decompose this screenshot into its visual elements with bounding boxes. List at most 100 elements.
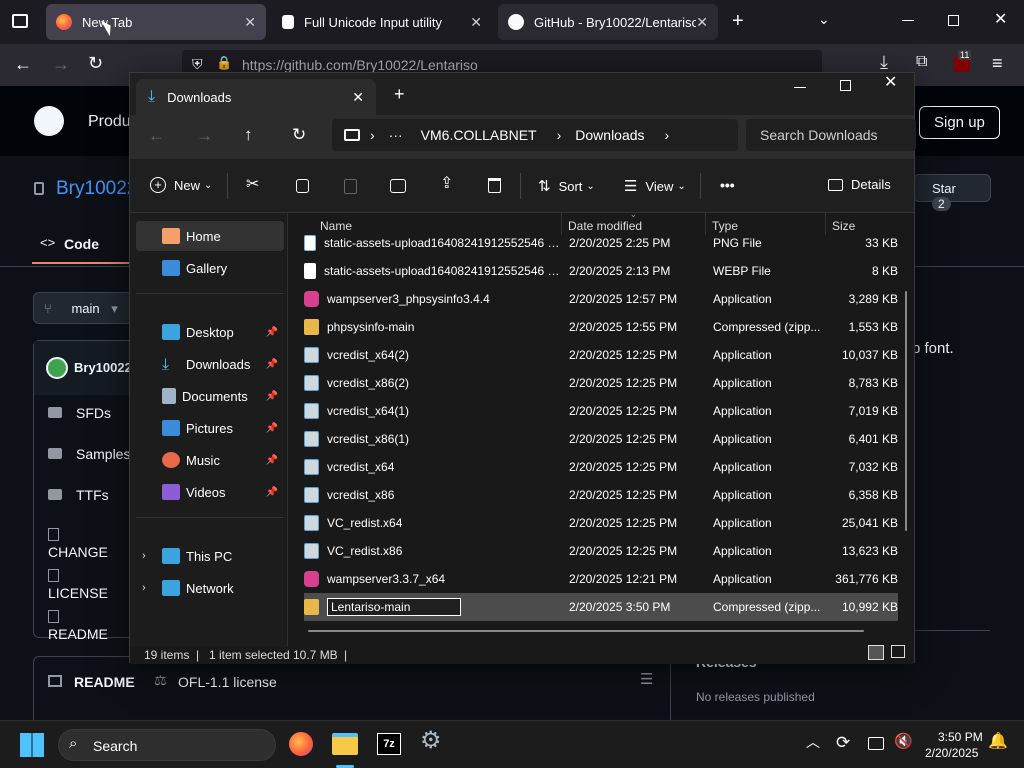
nav-item-network[interactable]: › Network <box>136 573 284 603</box>
rename-icon[interactable] <box>390 179 406 193</box>
nav-item-downloads[interactable]: ⤓ Downloads 📌 <box>136 349 284 379</box>
file-row[interactable]: vcredist_x86(1) 2/20/2025 12:25 PM Applica… <box>304 425 898 453</box>
pin-icon[interactable]: 📌 <box>266 327 278 338</box>
file-item[interactable]: CHANGE <box>48 528 132 560</box>
ellipsis-icon[interactable]: ··· <box>389 127 403 143</box>
file-row[interactable]: vcredist_x64(1) 2/20/2025 12:25 PM Applica… <box>304 397 898 425</box>
downloads-icon[interactable]: ⤓ <box>880 53 888 71</box>
more-options-button[interactable]: ••• <box>720 177 735 193</box>
file-item[interactable]: Samples <box>48 446 130 462</box>
share-icon[interactable]: ⇪ <box>440 176 453 192</box>
close-icon[interactable]: ✕ <box>470 14 482 31</box>
file-item[interactable]: README <box>48 610 132 642</box>
vertical-scrollbar[interactable] <box>905 291 907 531</box>
volume-muted-icon[interactable]: 🔇 <box>894 734 913 749</box>
pin-icon[interactable]: 📌 <box>266 487 278 498</box>
file-row[interactable]: static-assets-upload16408241912552546 7.… <box>304 257 898 285</box>
tab-list-icon[interactable] <box>12 14 28 28</box>
file-explorer-taskbar-icon[interactable] <box>332 733 358 755</box>
explorer-tab-downloads[interactable]: ⤓ Downloads ✕ <box>136 79 376 115</box>
settings-gear-icon[interactable]: ⚙ <box>420 729 442 753</box>
paste-icon[interactable] <box>344 179 357 194</box>
nav-item-home[interactable]: Home <box>136 221 284 251</box>
nav-product[interactable]: Produ <box>88 113 131 131</box>
tab-code[interactable]: Code <box>64 236 99 252</box>
pin-icon[interactable]: 📌 <box>266 455 278 466</box>
firefox-taskbar-icon[interactable] <box>289 732 313 756</box>
close-icon[interactable]: ✕ <box>696 14 708 31</box>
view-button[interactable]: ☰ View ⌄ <box>624 177 686 195</box>
expand-chevron-icon[interactable]: › <box>142 550 146 562</box>
file-row[interactable]: vcredist_x86(2) 2/20/2025 12:25 PM Applica… <box>304 369 898 397</box>
copy-icon[interactable] <box>296 179 309 193</box>
cut-scissors-icon[interactable]: ✂ <box>246 177 259 193</box>
close-icon[interactable]: ✕ <box>244 14 256 31</box>
back-arrow-icon[interactable]: ← <box>14 55 32 73</box>
nav-item-documents[interactable]: Documents 📌 <box>136 381 284 411</box>
expand-chevron-icon[interactable]: › <box>142 582 146 594</box>
file-row[interactable]: vcredist_x64(2) 2/20/2025 12:25 PM Applica… <box>304 341 898 369</box>
star-button[interactable]: ☆Star 2 <box>913 174 991 211</box>
chevron-down-icon[interactable]: ⌄ <box>818 12 830 26</box>
clock-time[interactable]: 3:50 PM <box>938 730 983 744</box>
address-bar[interactable]: › ··· VM6.COLLABNET › Downloads › <box>332 119 738 151</box>
nav-item-music[interactable]: Music 📌 <box>136 445 284 475</box>
forward-arrow-icon[interactable]: → <box>52 55 70 73</box>
file-row[interactable]: vcredist_x64 2/20/2025 12:25 PM Applicatio… <box>304 453 898 481</box>
pin-icon[interactable]: 📌 <box>266 359 278 370</box>
maximize-icon[interactable] <box>840 80 851 91</box>
nav-item-pictures[interactable]: Pictures 📌 <box>136 413 284 443</box>
close-window-icon[interactable]: ✕ <box>994 12 1007 28</box>
search-input[interactable]: Search Downloads <box>746 119 916 151</box>
refresh-icon[interactable]: ↻ <box>292 126 306 143</box>
tab-license[interactable]: OFL-1.1 license <box>178 674 277 690</box>
chevron-up-icon[interactable]: ︿ <box>806 735 820 749</box>
file-item[interactable]: LICENSE <box>48 569 132 601</box>
nav-item-desktop[interactable]: Desktop 📌 <box>136 317 284 347</box>
chevron-right-icon[interactable]: › <box>665 127 670 143</box>
file-row[interactable]: phpsysinfo-main 2/20/2025 12:55 PM Compres… <box>304 313 898 341</box>
github-logo-icon[interactable] <box>34 106 64 136</box>
tiles-view-icon[interactable] <box>891 645 905 658</box>
horizontal-scrollbar[interactable] <box>308 630 864 632</box>
pin-icon[interactable]: 📌 <box>266 391 278 402</box>
new-button[interactable]: + New ⌄ <box>150 177 212 193</box>
file-row[interactable]: Lentariso-main 2/20/2025 3:50 PM Compresse… <box>304 593 898 621</box>
file-item[interactable]: TTFs <box>48 487 109 503</box>
delete-trash-icon[interactable] <box>488 178 501 193</box>
minimize-icon[interactable] <box>794 87 806 88</box>
back-arrow-icon[interactable]: ← <box>148 127 165 144</box>
owner-name[interactable]: Bry10022 <box>74 360 132 375</box>
windows-start-icon[interactable] <box>20 733 44 757</box>
restore-icon[interactable] <box>948 15 959 26</box>
nav-item-this-pc[interactable]: › This PC <box>136 541 284 571</box>
file-row[interactable]: static-assets-upload16408241912552546 7.… <box>304 229 898 257</box>
taskbar-search-box[interactable]: ⌕ Search <box>58 729 276 761</box>
browser-tab-unicode[interactable]: Full Unicode Input utility ✕ <box>272 4 492 40</box>
network-monitor-icon[interactable] <box>868 737 884 750</box>
breadcrumb-vm6[interactable]: VM6.COLLABNET <box>421 127 537 143</box>
details-view-icon[interactable] <box>868 645 884 660</box>
notification-bell-icon[interactable]: 🔔 <box>988 734 1008 750</box>
reload-icon[interactable]: ↻ <box>88 54 103 72</box>
close-tab-icon[interactable]: ✕ <box>352 89 364 106</box>
forward-arrow-icon[interactable]: → <box>196 127 213 144</box>
new-tab-plus-icon[interactable]: + <box>732 11 744 31</box>
breadcrumb-downloads[interactable]: Downloads <box>575 127 644 143</box>
file-row[interactable]: VC_redist.x86 2/20/2025 12:25 PM Applicati… <box>304 537 898 565</box>
sync-icon[interactable]: ⟳ <box>836 734 850 751</box>
browser-tab-github[interactable]: GitHub - Bry10022/Lentariso: Th ✕ <box>498 4 718 40</box>
details-button[interactable]: Details <box>828 177 891 192</box>
7zip-taskbar-icon[interactable]: 7z <box>377 733 401 755</box>
file-row[interactable]: wampserver3.3.7_x64 2/20/2025 12:21 PM App… <box>304 565 898 593</box>
file-name-rename-input[interactable]: Lentariso-main <box>327 598 461 616</box>
file-row[interactable]: VC_redist.x64 2/20/2025 12:25 PM Applicati… <box>304 509 898 537</box>
sort-button[interactable]: ⇅ Sort ⌄ <box>538 177 595 195</box>
branch-select[interactable]: ⑂ main ▾ <box>33 292 133 324</box>
tab-readme[interactable]: README <box>74 674 135 690</box>
file-row[interactable]: wampserver3_phpsysinfo3.4.4 2/20/2025 12:… <box>304 285 898 313</box>
browser-tab-new-tab[interactable]: New Tab ✕ <box>46 4 266 40</box>
sign-up-button[interactable]: Sign up <box>919 106 1000 139</box>
clock-date[interactable]: 2/20/2025 <box>925 746 978 760</box>
outline-menu-icon[interactable]: ☰ <box>640 672 653 687</box>
